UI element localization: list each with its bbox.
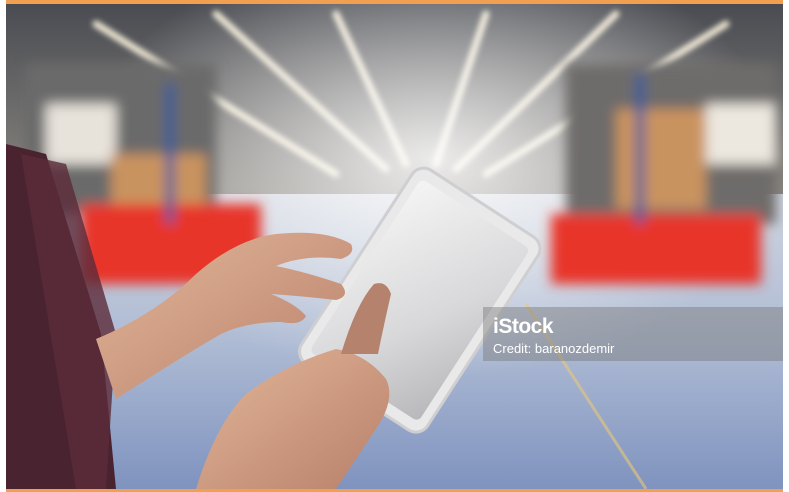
- watermark-credit: Credit: baranozdemir: [493, 341, 615, 356]
- watermark-overlay: iStock Credit: baranozdemir: [483, 307, 783, 361]
- warehouse-photo: [6, 4, 783, 489]
- watermark-brand: iStock: [493, 315, 554, 338]
- image-frame: iStock Credit: baranozdemir: [0, 0, 789, 492]
